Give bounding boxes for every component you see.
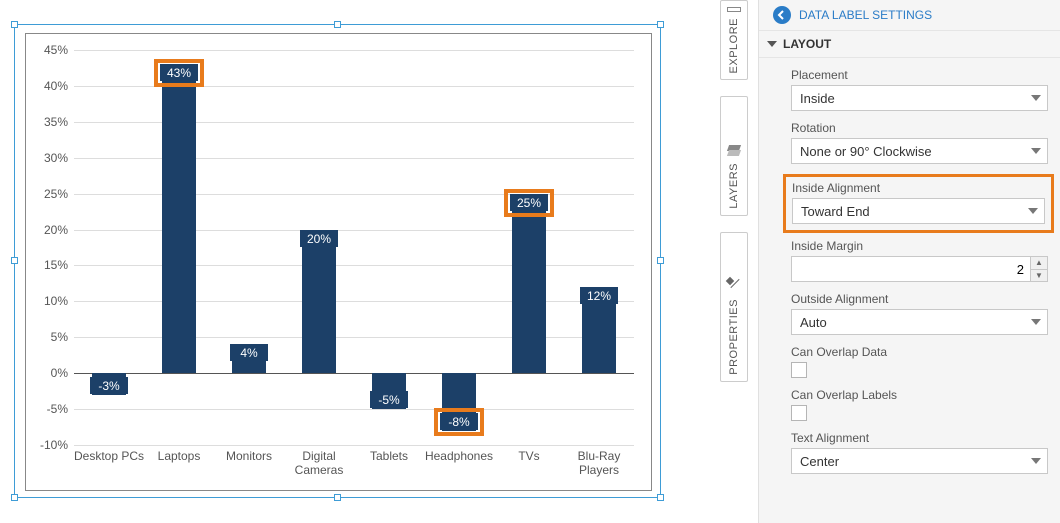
x-tick-label: Blu-Ray Players	[563, 445, 635, 477]
field-placement: Placement Inside	[791, 68, 1048, 111]
side-tab-label: PROPERTIES	[728, 299, 740, 375]
y-tick-label: 35%	[28, 115, 74, 129]
x-tick-label: Monitors	[213, 445, 285, 463]
data-label: 25%	[510, 194, 548, 211]
x-tick-label: Headphones	[423, 445, 495, 463]
resize-handle-mid-left[interactable]	[11, 257, 18, 264]
inside-margin-stepper[interactable]: ▲ ▼	[791, 256, 1048, 282]
dropdown-value: Toward End	[801, 204, 870, 219]
section-title: LAYOUT	[783, 37, 831, 51]
resize-handle-bottom-mid[interactable]	[334, 494, 341, 501]
placement-dropdown[interactable]: Inside	[791, 85, 1048, 111]
y-tick-label: 15%	[28, 258, 74, 272]
can-overlap-data-checkbox[interactable]	[791, 362, 807, 378]
x-tick-label: Laptops	[143, 445, 215, 463]
y-tick-label: -10%	[28, 438, 74, 452]
data-label: 12%	[580, 287, 618, 304]
data-label: -5%	[370, 391, 408, 408]
text-alignment-dropdown[interactable]: Center	[791, 448, 1048, 474]
bar[interactable]	[302, 230, 336, 374]
properties-panel: DATA LABEL SETTINGS LAYOUT Placement Ins…	[758, 0, 1060, 523]
x-tick-label: TVs	[493, 445, 565, 463]
y-tick-label: 10%	[28, 294, 74, 308]
dropdown-value: Inside	[800, 91, 835, 106]
field-label: Text Alignment	[791, 431, 1048, 445]
resize-handle-mid-right[interactable]	[657, 257, 664, 264]
field-label: Can Overlap Labels	[791, 388, 1048, 402]
rotation-dropdown[interactable]: None or 90° Clockwise	[791, 138, 1048, 164]
field-outside-alignment: Outside Alignment Auto	[791, 292, 1048, 335]
explore-icon	[727, 7, 741, 12]
field-label: Placement	[791, 68, 1048, 82]
bar[interactable]	[512, 194, 546, 374]
field-label: Inside Alignment	[792, 181, 1045, 195]
data-label: -3%	[90, 377, 128, 394]
panel-title: DATA LABEL SETTINGS	[799, 8, 932, 22]
side-tab-label: EXPLORE	[728, 18, 740, 73]
layers-icon	[727, 143, 741, 157]
chevron-down-icon	[767, 41, 777, 47]
field-inside-alignment: Inside Alignment Toward End	[792, 181, 1045, 224]
side-tab-properties[interactable]: PROPERTIES	[720, 232, 748, 382]
side-tab-label: LAYERS	[728, 163, 740, 209]
data-label: 43%	[160, 64, 198, 81]
chevron-down-icon	[1031, 148, 1041, 154]
y-tick-label: 0%	[28, 366, 74, 380]
chart-canvas[interactable]: -10% -5% 0% 5% 10% 15% 20% 25% 30% 35% 40% 45% -3% De…	[25, 33, 652, 491]
can-overlap-labels-checkbox[interactable]	[791, 405, 807, 421]
resize-handle-top-right[interactable]	[657, 21, 664, 28]
x-tick-label: Digital Cameras	[283, 445, 355, 477]
y-tick-label: 45%	[28, 43, 74, 57]
highlighted-setting: Inside Alignment Toward End	[783, 174, 1054, 233]
resize-handle-bottom-left[interactable]	[11, 494, 18, 501]
field-label: Outside Alignment	[791, 292, 1048, 306]
inside-alignment-dropdown[interactable]: Toward End	[792, 198, 1045, 224]
resize-handle-top-left[interactable]	[11, 21, 18, 28]
y-tick-label: 30%	[28, 151, 74, 165]
section-layout-header[interactable]: LAYOUT	[759, 30, 1060, 58]
resize-handle-bottom-right[interactable]	[657, 494, 664, 501]
chart-selection-frame[interactable]: -10% -5% 0% 5% 10% 15% 20% 25% 30% 35% 40% 45% -3% De…	[14, 24, 661, 498]
dropdown-value: None or 90° Clockwise	[800, 144, 932, 159]
side-tab-explore[interactable]: EXPLORE	[720, 0, 748, 80]
field-text-alignment: Text Alignment Center	[791, 431, 1048, 474]
chevron-down-icon	[1028, 208, 1038, 214]
outside-alignment-dropdown[interactable]: Auto	[791, 309, 1048, 335]
stepper-down[interactable]: ▼	[1031, 270, 1047, 282]
data-label: -8%	[440, 413, 478, 430]
field-label: Rotation	[791, 121, 1048, 135]
stepper-up[interactable]: ▲	[1031, 257, 1047, 270]
chevron-down-icon	[1031, 95, 1041, 101]
chevron-down-icon	[1031, 319, 1041, 325]
field-can-overlap-data: Can Overlap Data	[791, 345, 1048, 378]
dropdown-value: Auto	[800, 315, 827, 330]
y-tick-label: 25%	[28, 187, 74, 201]
field-rotation: Rotation None or 90° Clockwise	[791, 121, 1048, 164]
y-tick-label: 40%	[28, 79, 74, 93]
panel-back-header[interactable]: DATA LABEL SETTINGS	[759, 0, 1060, 30]
chevron-down-icon	[1031, 458, 1041, 464]
field-label: Inside Margin	[791, 239, 1048, 253]
data-label: 20%	[300, 230, 338, 247]
plot-area: -10%-5%0%5%10%15%20%25%30%35%40%45%-3%De…	[74, 50, 634, 445]
inside-margin-input[interactable]	[791, 256, 1030, 282]
field-label: Can Overlap Data	[791, 345, 1048, 359]
x-tick-label: Desktop PCs	[73, 445, 145, 463]
side-tab-layers[interactable]: LAYERS	[720, 96, 748, 216]
y-tick-label: 20%	[28, 223, 74, 237]
field-can-overlap-labels: Can Overlap Labels	[791, 388, 1048, 421]
resize-handle-top-mid[interactable]	[334, 21, 341, 28]
y-tick-label: -5%	[28, 402, 74, 416]
field-inside-margin: Inside Margin ▲ ▼	[791, 239, 1048, 282]
x-tick-label: Tablets	[353, 445, 425, 463]
dropdown-value: Center	[800, 454, 839, 469]
data-label: 4%	[230, 344, 268, 361]
properties-icon	[727, 275, 741, 293]
bar[interactable]	[162, 64, 196, 373]
y-tick-label: 5%	[28, 330, 74, 344]
back-arrow-icon	[773, 6, 791, 24]
